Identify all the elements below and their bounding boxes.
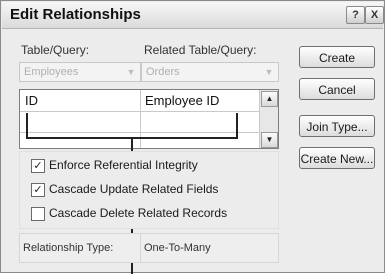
grid-cell-primary-field[interactable]: ID — [25, 93, 38, 108]
cascade-update-checkbox[interactable]: ✓ — [31, 183, 45, 197]
relationship-type-divider — [140, 234, 141, 262]
cancel-button[interactable]: Cancel — [299, 78, 375, 100]
create-new-button[interactable]: Create New... — [299, 147, 375, 169]
table-query-label: Table/Query: — [21, 43, 90, 57]
scroll-down-icon[interactable]: ▼ — [261, 132, 278, 148]
join-type-button[interactable]: Join Type... — [299, 115, 375, 137]
cascade-delete-checkbox[interactable] — [31, 207, 45, 221]
grid-row-divider — [20, 111, 260, 112]
callout-line — [26, 113, 28, 139]
cascade-delete-label: Cascade Delete Related Records — [49, 206, 228, 220]
relationship-type-value: One-To-Many — [144, 242, 211, 254]
related-table-query-combobox[interactable]: Orders ▼ — [141, 62, 279, 82]
title-bar: Edit Relationships ? X — [2, 2, 384, 29]
enforce-integrity-label: Enforce Referential Integrity — [49, 158, 198, 172]
relationship-type-panel: Relationship Type: One-To-Many — [19, 233, 279, 263]
cascade-update-label: Cascade Update Related Fields — [49, 182, 219, 196]
create-button[interactable]: Create — [299, 46, 375, 68]
related-table-query-value: Orders — [146, 66, 180, 78]
scroll-up-icon[interactable]: ▲ — [261, 91, 278, 107]
chevron-down-icon: ▼ — [126, 67, 136, 77]
enforce-integrity-checkbox[interactable]: ✓ — [31, 159, 45, 173]
close-button[interactable]: X — [365, 6, 384, 24]
chevron-down-icon: ▼ — [264, 67, 274, 77]
grid-scrollbar[interactable]: ▲ ▼ — [259, 90, 278, 148]
table-query-value: Employees — [24, 66, 79, 78]
grid-row-divider — [20, 132, 260, 133]
dialog-title: Edit Relationships — [10, 6, 141, 23]
callout-line — [236, 113, 238, 139]
grid-cell-related-field[interactable]: Employee ID — [145, 93, 219, 108]
fields-grid: ID Employee ID ▲ ▼ — [19, 89, 279, 149]
table-query-combobox[interactable]: Employees ▼ — [19, 62, 141, 82]
edit-relationships-dialog: Edit Relationships ? X Table/Query: Rela… — [0, 0, 385, 274]
relationship-type-label: Relationship Type: — [23, 242, 114, 254]
help-button[interactable]: ? — [346, 6, 365, 24]
grid-column-divider — [140, 90, 141, 148]
related-table-query-label: Related Table/Query: — [144, 43, 257, 57]
